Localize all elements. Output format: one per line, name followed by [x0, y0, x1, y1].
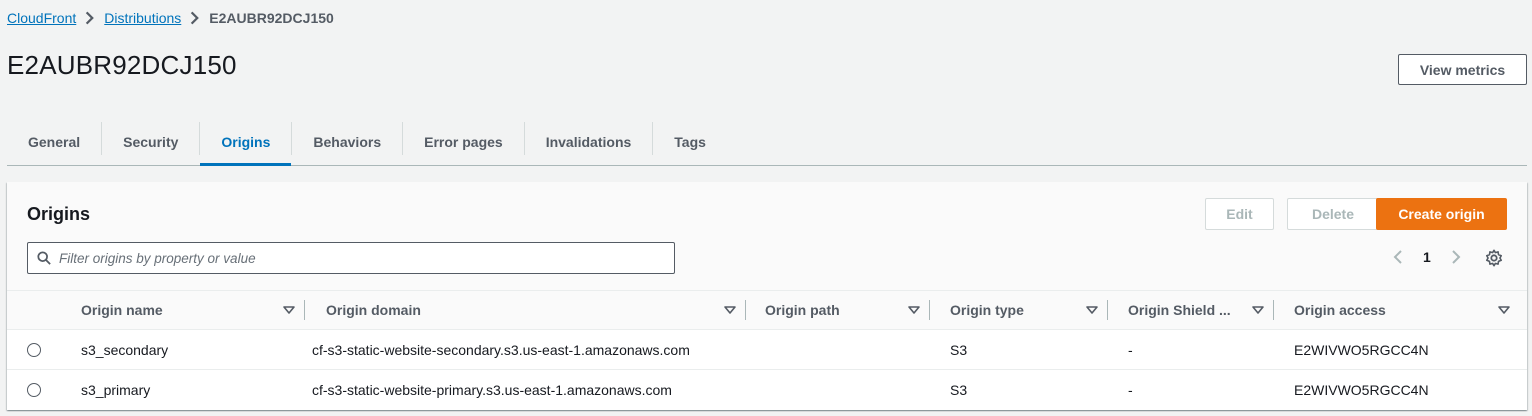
column-header-origin-name[interactable]: Origin name	[81, 291, 304, 329]
tab-tags[interactable]: Tags	[653, 118, 727, 165]
column-header-origin-path[interactable]: Origin path	[765, 291, 929, 329]
tab-invalidations[interactable]: Invalidations	[525, 118, 653, 165]
origin-access-cell: E2WIVWO5RGCC4N	[1294, 342, 1429, 358]
chevron-left-icon	[1393, 250, 1402, 264]
sort-icon	[1086, 306, 1098, 314]
search-icon	[37, 251, 51, 265]
tab-origins[interactable]: Origins	[200, 118, 292, 166]
filter-box	[27, 242, 675, 274]
column-label: Origin name	[81, 302, 163, 318]
table-header: Origin name Origin domain Origin path Or…	[7, 290, 1527, 330]
gear-icon	[1485, 249, 1503, 267]
tab-error-pages[interactable]: Error pages	[403, 118, 524, 165]
filter-input[interactable]	[59, 250, 639, 266]
pagination: 1	[1387, 246, 1467, 268]
column-divider	[745, 300, 746, 320]
chevron-right-icon	[86, 11, 95, 25]
next-page-button[interactable]	[1445, 246, 1467, 268]
breadcrumb-distributions-link[interactable]: Distributions	[104, 10, 181, 26]
panel-header: Origins Edit Delete Create origin 1	[7, 182, 1527, 290]
column-label: Origin Shield ...	[1128, 302, 1231, 318]
column-label: Origin path	[765, 302, 840, 318]
chevron-right-icon	[1452, 250, 1461, 264]
sort-icon	[908, 306, 920, 314]
breadcrumb-cloudfront-link[interactable]: CloudFront	[7, 10, 76, 26]
column-divider	[929, 300, 930, 320]
breadcrumb-current: E2AUBR92DCJ150	[209, 10, 334, 26]
origin-access-cell: E2WIVWO5RGCC4N	[1294, 382, 1429, 398]
column-header-origin-type[interactable]: Origin type	[950, 291, 1107, 329]
tab-security[interactable]: Security	[102, 118, 199, 165]
page-title: E2AUBR92DCJ150	[7, 50, 237, 80]
column-header-origin-domain[interactable]: Origin domain	[326, 291, 745, 329]
column-divider	[304, 300, 305, 320]
tab-behaviors[interactable]: Behaviors	[292, 118, 402, 165]
edit-button[interactable]: Edit	[1205, 198, 1274, 230]
row-select-radio[interactable]	[27, 343, 41, 357]
column-divider	[1273, 300, 1274, 320]
breadcrumb: CloudFront Distributions E2AUBR92DCJ150	[7, 9, 334, 27]
column-label: Origin domain	[326, 302, 421, 318]
row-select-radio[interactable]	[27, 383, 41, 397]
chevron-right-icon	[191, 11, 200, 25]
column-divider	[1107, 300, 1108, 320]
origin-type-cell: S3	[950, 342, 968, 358]
table-row[interactable]: s3_primary cf-s3-static-website-primary.…	[7, 370, 1527, 410]
sort-icon	[1252, 306, 1264, 314]
origin-name-cell: s3_secondary	[81, 342, 169, 358]
column-header-origin-access[interactable]: Origin access	[1294, 291, 1519, 329]
origin-domain-cell: cf-s3-static-website-primary.s3.us-east-…	[312, 382, 672, 398]
column-label: Origin access	[1294, 302, 1386, 318]
previous-page-button[interactable]	[1387, 246, 1409, 268]
origin-shield-cell: -	[1128, 382, 1133, 398]
origin-type-cell: S3	[950, 382, 968, 398]
view-metrics-button[interactable]: View metrics	[1398, 54, 1527, 85]
origin-name-cell: s3_primary	[81, 382, 151, 398]
tab-general[interactable]: General	[7, 118, 101, 165]
panel-title: Origins	[27, 204, 91, 224]
sort-icon	[283, 306, 295, 314]
row-select-cell	[27, 330, 41, 370]
column-header-origin-shield[interactable]: Origin Shield ...	[1128, 291, 1273, 329]
origins-panel: Origins Edit Delete Create origin 1 O	[7, 182, 1527, 410]
row-select-cell	[27, 370, 41, 410]
sort-icon	[724, 306, 736, 314]
create-origin-button[interactable]: Create origin	[1376, 198, 1507, 230]
table-row[interactable]: s3_secondary cf-s3-static-website-second…	[7, 330, 1527, 370]
delete-button[interactable]: Delete	[1287, 198, 1379, 230]
preferences-button[interactable]	[1483, 247, 1505, 269]
origin-domain-cell: cf-s3-static-website-secondary.s3.us-eas…	[312, 342, 690, 358]
tab-bar: General Security Origins Behaviors Error…	[7, 118, 1527, 166]
origin-shield-cell: -	[1128, 342, 1133, 358]
column-label: Origin type	[950, 302, 1024, 318]
current-page-number[interactable]: 1	[1423, 249, 1431, 265]
sort-icon	[1498, 306, 1510, 314]
